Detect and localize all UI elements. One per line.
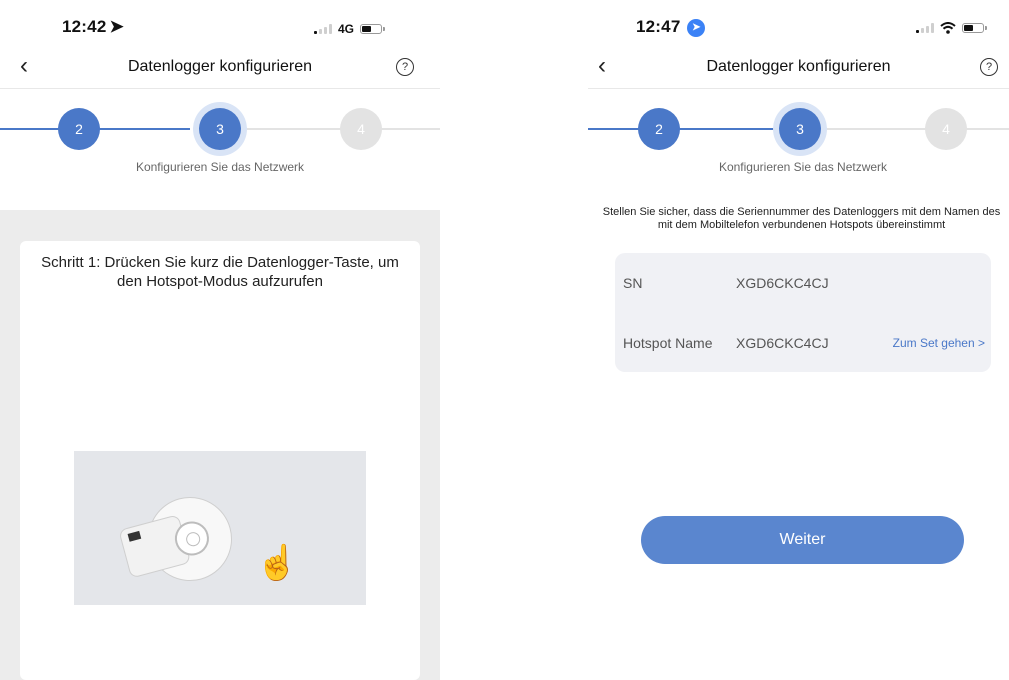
datalogger-device bbox=[127, 487, 242, 591]
page-title: Datenlogger konfigurieren bbox=[127, 58, 313, 75]
sn-label: SN bbox=[623, 275, 643, 291]
instruction-text: Schritt 1: Drücken Sie kurz die Datenlog… bbox=[41, 254, 399, 290]
weiter-button[interactable]: Weiter bbox=[641, 516, 964, 564]
progress-line-todo bbox=[812, 128, 1009, 130]
status-icons bbox=[916, 22, 987, 34]
hotspot-value: XGD6CKC4CJ bbox=[736, 335, 829, 351]
step-2: 2 bbox=[638, 108, 680, 150]
pointing-hand-icon: ☝ bbox=[256, 544, 299, 582]
step-3: 3 bbox=[779, 108, 821, 150]
step-caption: Konfigurieren Sie das Netzwerk bbox=[135, 160, 305, 174]
go-to-settings-link[interactable]: Zum Set gehen > bbox=[893, 336, 985, 350]
datalogger-port bbox=[127, 530, 142, 542]
location-arrow-icon: ➤ bbox=[687, 18, 706, 37]
step-caption: Konfigurieren Sie das Netzwerk bbox=[718, 160, 888, 174]
right-screen: 12:47 ➤ ‹ Datenlogger konfigurieren ? 2 … bbox=[588, 0, 1009, 680]
left-screen: 12:42 ➤ 4G ‹ Datenlogger konfigurieren ? … bbox=[0, 0, 440, 680]
step-4: 4 bbox=[340, 108, 382, 150]
battery-icon bbox=[360, 24, 386, 34]
navbar: ‹ Datenlogger konfigurieren ? bbox=[0, 48, 440, 89]
hotspot-label: Hotspot Name bbox=[623, 335, 713, 351]
status-time: 12:42 ➤ bbox=[62, 17, 124, 36]
datalogger-illustration: ☝ bbox=[74, 451, 366, 605]
sn-value: XGD6CKC4CJ bbox=[736, 275, 829, 291]
network-type: 4G bbox=[338, 22, 355, 36]
battery-icon bbox=[962, 23, 987, 33]
signal-icon bbox=[916, 23, 934, 33]
step-2: 2 bbox=[58, 108, 100, 150]
instruction-card: Schritt 1: Drücken Sie kurz die Datenlog… bbox=[20, 241, 420, 680]
step-4: 4 bbox=[925, 108, 967, 150]
question-circle-icon[interactable]: ? bbox=[980, 58, 998, 76]
info-card: SN XGD6CKC4CJ Hotspot Name XGD6CKC4CJ Zu… bbox=[615, 253, 991, 372]
navbar: ‹ Datenlogger konfigurieren ? bbox=[588, 48, 1009, 89]
status-icons: 4G bbox=[314, 22, 386, 36]
intro-text: Stellen Sie sicher, dass die Seriennumme… bbox=[602, 206, 1001, 231]
datalogger-button bbox=[171, 517, 213, 560]
progress-line-todo bbox=[224, 128, 440, 130]
status-time: 12:47 ➤ bbox=[636, 17, 706, 37]
question-circle-icon[interactable]: ? bbox=[396, 58, 414, 76]
wifi-icon bbox=[940, 22, 956, 34]
page-title: Datenlogger konfigurieren bbox=[706, 58, 891, 75]
step-3: 3 bbox=[199, 108, 241, 150]
location-arrow-icon: ➤ bbox=[109, 17, 124, 36]
progress-line-done bbox=[588, 128, 778, 130]
signal-icon bbox=[314, 24, 332, 34]
